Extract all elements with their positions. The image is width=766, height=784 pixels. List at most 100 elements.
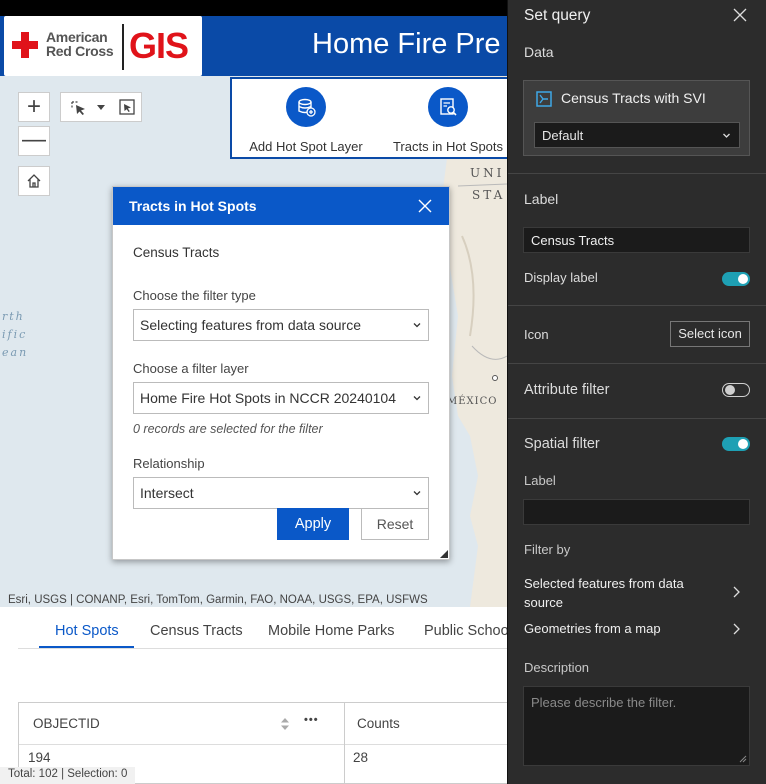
map-label-ocean-2: ific [2, 328, 28, 341]
home-button[interactable] [18, 166, 50, 196]
data-source-card[interactable]: Census Tracts with SVI Default [523, 80, 750, 156]
data-source-name: Census Tracts with SVI [561, 90, 706, 106]
tab-mobile-home-parks[interactable]: Mobile Home Parks [268, 623, 395, 639]
select-icon-button[interactable]: Select icon [670, 321, 750, 347]
description-heading: Description [524, 660, 590, 675]
chevron-right-icon[interactable] [732, 623, 741, 635]
dialog-subtitle: Census Tracts [133, 245, 220, 260]
map-label-ocean-1: rth [2, 310, 25, 323]
data-view-select[interactable]: Default [534, 122, 740, 148]
filter-type-value: Selecting features from data source [140, 317, 362, 333]
tab-census-tracts[interactable]: Census Tracts [150, 623, 243, 639]
filter-by-geometries[interactable]: Geometries from a map [524, 621, 661, 636]
select-layer-icon[interactable] [115, 93, 139, 121]
top-strip [0, 0, 507, 16]
column-menu-icon[interactable]: ••• [304, 714, 319, 726]
relationship-select[interactable]: Intersect [133, 477, 429, 509]
filter-type-select[interactable]: Selecting features from data source [133, 309, 429, 341]
table-status: Total: 102 | Selection: 0 [0, 767, 136, 784]
zoom-out-button[interactable]: — [18, 126, 50, 156]
table-cell-objectid[interactable]: 194 [28, 750, 51, 765]
label-input[interactable]: Census Tracts [523, 227, 750, 253]
map-label-us-2: STA [472, 188, 506, 202]
chevron-down-icon [413, 323, 421, 328]
app-header: American Red Cross GIS Home Fire Pre [0, 16, 507, 76]
logo-line-1: American [46, 29, 108, 45]
data-view-value: Default [542, 128, 584, 143]
divider [508, 173, 766, 174]
column-header-objectid[interactable]: OBJECTID [33, 716, 100, 731]
close-icon[interactable] [732, 7, 748, 23]
feature-layer-icon [536, 91, 552, 107]
table-header: OBJECTID ••• Counts [19, 703, 507, 745]
chevron-down-icon [413, 396, 421, 401]
column-header-counts[interactable]: Counts [357, 716, 400, 731]
query-icon [428, 87, 468, 127]
spatial-filter-text: Spatial filter [524, 436, 600, 452]
attribute-filter-toggle[interactable] [722, 383, 750, 397]
active-tab-indicator [39, 646, 134, 648]
logo-wordmark: American Red Cross [46, 29, 114, 59]
column-divider [344, 703, 345, 783]
filter-layer-label: Choose a filter layer [133, 361, 249, 376]
label-heading: Label [524, 191, 559, 207]
table-cell-counts[interactable]: 28 [353, 750, 368, 765]
add-hot-spot-layer-button[interactable]: Add Hot Spot Layer [246, 87, 366, 154]
close-icon[interactable] [417, 198, 433, 214]
filter-layer-select[interactable]: Home Fire Hot Spots in NCCR 20240104 [133, 382, 429, 414]
description-placeholder: Please describe the filter. [531, 695, 677, 710]
tracts-in-hot-spots-label: Tracts in Hot Spots [392, 139, 504, 154]
select-cursor-icon[interactable] [67, 93, 91, 121]
zoom-in-button[interactable]: + [18, 92, 50, 122]
add-hot-spot-layer-label: Add Hot Spot Layer [249, 139, 363, 154]
filter-type-label: Choose the filter type [133, 288, 256, 303]
logo-divider [122, 24, 124, 70]
map-label-mexico: MÉXICO [447, 396, 498, 407]
resize-handle-icon[interactable] [440, 550, 448, 558]
red-cross-icon [12, 32, 38, 58]
divider [508, 363, 766, 364]
home-icon [27, 174, 41, 188]
chevron-right-icon[interactable] [732, 586, 741, 598]
reset-button[interactable]: Reset [361, 508, 429, 540]
records-selected-note: 0 records are selected for the filter [133, 422, 323, 436]
query-dialog: Tracts in Hot Spots Census Tracts Choose… [112, 186, 450, 560]
map-label-us-1: UNI [470, 166, 505, 180]
description-textarea[interactable]: Please describe the filter. [523, 686, 750, 766]
select-tool[interactable] [60, 92, 142, 122]
panel-title: Set query [524, 7, 591, 24]
apply-button[interactable]: Apply [277, 508, 349, 540]
relationship-label: Relationship [133, 456, 205, 471]
filter-by-heading: Filter by [524, 542, 571, 557]
attribute-filter-text: Attribute filter [524, 382, 610, 398]
display-label-toggle[interactable] [722, 272, 750, 286]
logo-line-2: Red Cross [46, 43, 114, 59]
set-query-panel: Set query Data Census Tracts with SVI De… [507, 0, 766, 784]
filter-layer-value: Home Fire Hot Spots in NCCR 20240104 [140, 390, 397, 406]
display-label-text: Display label [524, 270, 598, 285]
chevron-down-icon [413, 491, 421, 496]
resize-grip-icon[interactable] [739, 755, 747, 763]
attribute-table-panel: Hot Spots Census Tracts Mobile Home Park… [0, 607, 507, 784]
add-data-icon [286, 87, 326, 127]
sort-icon[interactable] [280, 716, 290, 732]
widget-toolbar: Add Hot Spot Layer Tracts in Hot Spots [230, 77, 507, 159]
data-heading: Data [524, 44, 554, 60]
map-label-ocean-3: ean [2, 346, 29, 359]
label-input-value: Census Tracts [531, 233, 615, 248]
filter-by-selected-features[interactable]: Selected features from data source [524, 574, 709, 612]
logo-gis-text: GIS [129, 25, 189, 66]
app-title: Home Fire Pre [312, 28, 501, 60]
spatial-label-heading: Label [524, 473, 556, 488]
dropdown-arrow-icon[interactable] [96, 93, 106, 121]
red-cross-gis-logo[interactable]: American Red Cross GIS [4, 16, 202, 76]
tracts-in-hot-spots-button[interactable]: Tracts in Hot Spots [388, 87, 507, 154]
spatial-filter-toggle[interactable] [722, 437, 750, 451]
icon-heading: Icon [524, 327, 549, 342]
relationship-value: Intersect [140, 485, 194, 501]
tab-hot-spots[interactable]: Hot Spots [55, 623, 119, 639]
table-tabs: Hot Spots Census Tracts Mobile Home Park… [18, 607, 507, 649]
tab-public-schools[interactable]: Public Schoo [424, 623, 507, 639]
chevron-down-icon [723, 133, 730, 138]
spatial-label-input[interactable] [523, 499, 750, 525]
